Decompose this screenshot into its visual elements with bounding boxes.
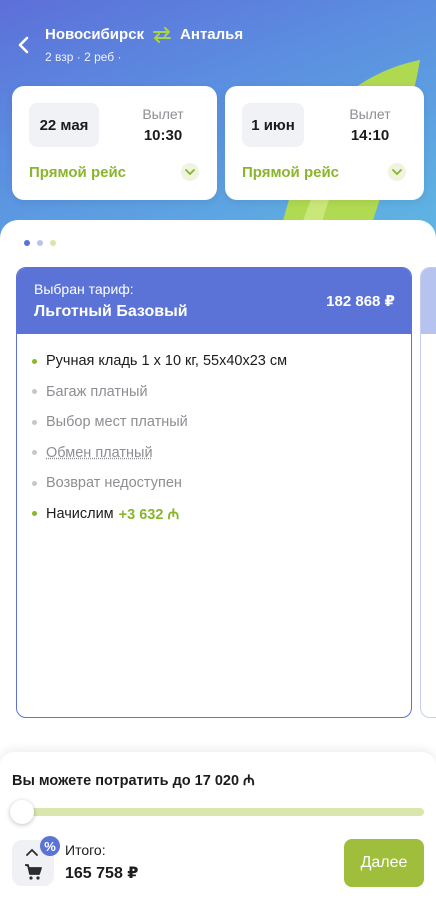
chevron-up-icon	[26, 848, 38, 856]
expand-button[interactable]	[388, 163, 406, 181]
carousel-dot[interactable]	[50, 240, 56, 246]
direct-flight-label: Прямой рейс	[29, 164, 126, 181]
carousel-dot[interactable]	[37, 240, 43, 246]
header-hero: Новосибирск Анталья 2 взр · 2 реб · 22 м…	[0, 0, 436, 240]
discount-badge: %	[40, 836, 60, 856]
tariff-header: Выбран тариф: Льготный Базовый 182 868 ₽	[17, 268, 411, 334]
feature-item: Ручная кладь 1 х 10 кг, 55х40х23 см	[32, 346, 287, 377]
tariff-price: 182 868 ₽	[326, 292, 395, 310]
tariff-card[interactable]: Выбран тариф: Льготный Базовый 182 868 ₽…	[16, 267, 412, 718]
bullet-icon	[32, 481, 37, 486]
chevron-down-icon	[185, 169, 195, 176]
departure-label: Вылет	[348, 106, 392, 122]
next-button[interactable]: Далее	[344, 839, 424, 887]
bullet-icon	[32, 511, 37, 516]
flight-date: 22 мая	[29, 103, 99, 147]
carousel-dots	[24, 240, 56, 246]
flight-date: 1 июн	[242, 103, 304, 147]
miles-spend-text: Вы можете потратить до 17 020 ₼	[12, 770, 255, 790]
tariff-chosen-label: Выбран тариф:	[34, 281, 134, 297]
departure-time: 10:30	[141, 127, 185, 144]
carousel-dot[interactable]	[24, 240, 30, 246]
departure-time: 14:10	[348, 127, 392, 144]
flight-card-return[interactable]: 1 июн Вылет 14:10 Прямой рейс	[225, 86, 424, 200]
bullet-icon	[32, 420, 37, 425]
total-value: 165 758 ₽	[65, 863, 138, 883]
feature-text: Выбор мест платный	[46, 414, 188, 430]
feature-text: Возврат недоступен	[46, 475, 182, 491]
total-label: Итого:	[65, 842, 106, 858]
feature-item-exchange[interactable]: Обмен платный	[32, 438, 287, 469]
passengers-summary: 2 взр · 2 реб ·	[45, 50, 122, 64]
route-title: Новосибирск Анталья	[45, 26, 243, 43]
feature-text: Начислим	[46, 506, 114, 522]
bullet-icon	[32, 389, 37, 394]
chevron-down-icon	[392, 169, 402, 176]
miles-slider-handle[interactable]	[10, 800, 34, 824]
feature-text: Обмен платный	[46, 445, 153, 461]
feature-item: Багаж платный	[32, 377, 287, 408]
departure-label: Вылет	[141, 106, 185, 122]
bonus-miles: +3 632 ₼	[119, 504, 180, 524]
feature-item-bonus: Начислим +3 632 ₼	[32, 499, 287, 530]
bullet-icon	[32, 450, 37, 455]
checkout-bar: Вы можете потратить до 17 020 ₼ % Итого:…	[0, 752, 436, 900]
feature-text: Ручная кладь 1 х 10 кг, 55х40х23 см	[46, 353, 287, 369]
tariff-features: Ручная кладь 1 х 10 кг, 55х40х23 см Бага…	[32, 346, 287, 529]
tariff-name: Льготный Базовый	[34, 303, 188, 321]
cart-icon	[24, 864, 42, 880]
next-tariff-card[interactable]	[420, 267, 436, 718]
back-arrow-icon	[17, 36, 29, 54]
to-city: Анталья	[180, 26, 243, 43]
feature-item: Возврат недоступен	[32, 468, 287, 499]
feature-item: Выбор мест платный	[32, 407, 287, 438]
swap-arrows-icon	[152, 27, 172, 43]
back-button[interactable]	[10, 30, 36, 60]
feature-text: Багаж платный	[46, 384, 148, 400]
expand-button[interactable]	[181, 163, 199, 181]
miles-slider-track[interactable]	[20, 808, 424, 816]
direct-flight-label: Прямой рейс	[242, 164, 339, 181]
from-city: Новосибирск	[45, 26, 144, 43]
flight-card-outbound[interactable]: 22 мая Вылет 10:30 Прямой рейс	[12, 86, 217, 200]
bullet-icon	[32, 359, 37, 364]
